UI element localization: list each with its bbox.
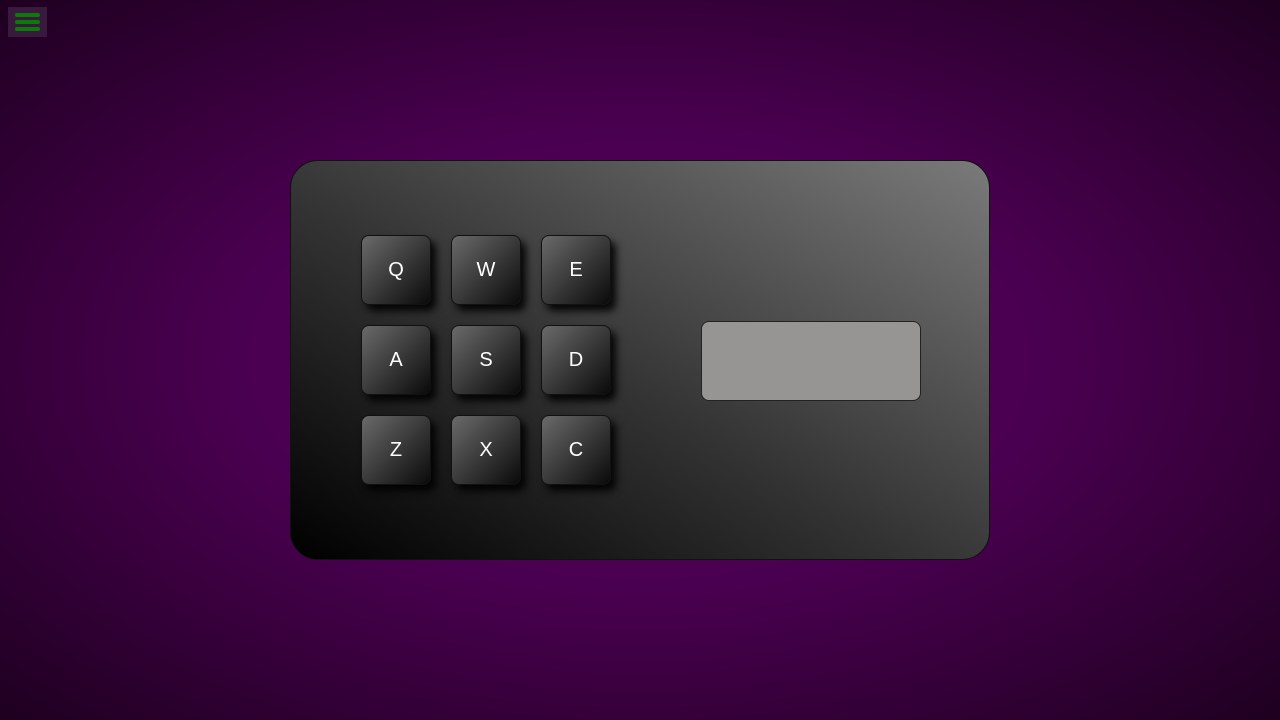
key-a[interactable]: A	[361, 325, 431, 395]
hamburger-line	[15, 27, 40, 31]
key-c[interactable]: C	[541, 415, 611, 485]
key-s[interactable]: S	[451, 325, 521, 395]
key-e[interactable]: E	[541, 235, 611, 305]
hamburger-line	[15, 20, 40, 24]
key-q[interactable]: Q	[361, 235, 431, 305]
key-w[interactable]: W	[451, 235, 521, 305]
key-x[interactable]: X	[451, 415, 521, 485]
hamburger-line	[15, 13, 40, 17]
keypad-panel: Q W E A S D Z X C	[290, 160, 990, 560]
key-d[interactable]: D	[541, 325, 611, 395]
key-z[interactable]: Z	[361, 415, 431, 485]
menu-button[interactable]	[8, 7, 47, 37]
display-screen	[701, 321, 921, 401]
